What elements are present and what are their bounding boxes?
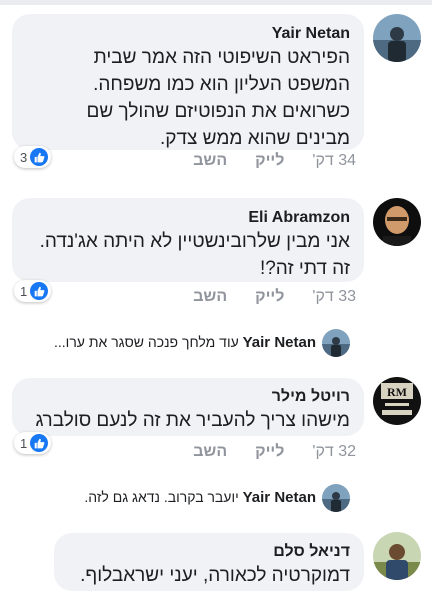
thumbs-up-icon <box>30 282 49 300</box>
logo-avatar-icon: RM <box>373 377 421 425</box>
avatar[interactable] <box>373 14 421 62</box>
reaction-count-number: 3 <box>20 149 28 165</box>
comment-author[interactable]: דניאל סלם <box>68 542 350 562</box>
reply-button[interactable]: השב <box>193 443 227 460</box>
comment-bubble: דניאל סלם דמוקרטיה לכאורה, יעני ישראבלוף… <box>54 533 364 591</box>
reply-button[interactable]: השב <box>193 288 227 305</box>
comment-timestamp[interactable]: 34 דק' <box>312 152 356 169</box>
user-photo-icon <box>373 198 421 246</box>
comment-author[interactable]: Yair Netan <box>26 24 350 44</box>
comment-line: דמוקרטיה לכאורה, יעני ישראבלוף. <box>80 565 350 586</box>
comment-line: מישהו צריך להעביר את זה לנעם סולברג <box>35 410 350 431</box>
comment-author[interactable]: Eli Abramzon <box>26 208 350 228</box>
comment-actions: 32 דק' לייק השב <box>180 443 356 461</box>
reaction-count-number: 1 <box>20 283 28 299</box>
comment-actions: 33 דק' לייק השב <box>180 288 356 306</box>
comment-timestamp[interactable]: 32 דק' <box>312 443 356 460</box>
comment-actions: 34 דק' לייק השב <box>180 152 356 170</box>
reply-author[interactable]: Yair Netan <box>243 489 316 506</box>
reply-preview[interactable]: Yair Netan עוד מלחך פנכה שסגר את ערו... <box>54 334 316 351</box>
thumbs-up-icon <box>30 434 49 452</box>
reaction-count[interactable]: 3 <box>14 146 52 168</box>
comment-bubble: רויטל מילר מישהו צריך להעביר את זה לנעם … <box>12 378 364 436</box>
reply-preview[interactable]: Yair Netan יועבר בקרוב. נדאג גם לזה. <box>84 489 316 506</box>
reaction-count-number: 1 <box>20 435 28 451</box>
comment-author[interactable]: רויטל מילר <box>26 387 350 407</box>
reply-button[interactable]: השב <box>193 152 227 169</box>
avatar[interactable] <box>322 329 350 357</box>
like-button[interactable]: לייק <box>255 152 284 169</box>
reply-author[interactable]: Yair Netan <box>243 334 316 351</box>
comment-line: המשפט העליון הוא כמו משפחה. <box>93 74 350 95</box>
comment-bubble: Yair Netan הפיראט השיפוטי הזה אמר שבית ה… <box>12 14 364 150</box>
reaction-count[interactable]: 1 <box>14 432 52 454</box>
comment-line: אני מבין שלרובינשטיין לא היתה אג'נדה. <box>39 231 350 252</box>
comment-line: זה דתי זה?! <box>259 258 350 279</box>
like-button[interactable]: לייק <box>255 288 284 305</box>
top-divider <box>0 0 432 5</box>
user-photo-icon <box>322 329 350 357</box>
avatar[interactable] <box>322 484 350 512</box>
user-photo-icon <box>322 484 350 512</box>
avatar[interactable] <box>373 532 421 580</box>
reply-text: יועבר בקרוב. נדאג גם לזה. <box>84 489 239 505</box>
comment-line: מבינים שהוא ממש צדק. <box>160 128 350 149</box>
avatar[interactable]: RM <box>373 377 421 425</box>
comment-line: כשרואים את הנפוטיזם שהולך שם <box>86 101 350 122</box>
reaction-count[interactable]: 1 <box>14 280 52 302</box>
comment-line: הפיראט השיפוטי הזה אמר שבית <box>93 47 350 68</box>
thumbs-up-icon <box>30 148 49 166</box>
user-photo-icon <box>373 532 421 580</box>
logo-letters: RM <box>387 385 407 399</box>
like-button[interactable]: לייק <box>255 443 284 460</box>
comment-timestamp[interactable]: 33 דק' <box>312 288 356 305</box>
avatar[interactable] <box>373 198 421 246</box>
user-photo-icon <box>373 14 421 62</box>
comment-bubble: Eli Abramzon אני מבין שלרובינשטיין לא הי… <box>12 198 364 282</box>
reply-text: עוד מלחך פנכה שסגר את ערו... <box>54 334 239 350</box>
